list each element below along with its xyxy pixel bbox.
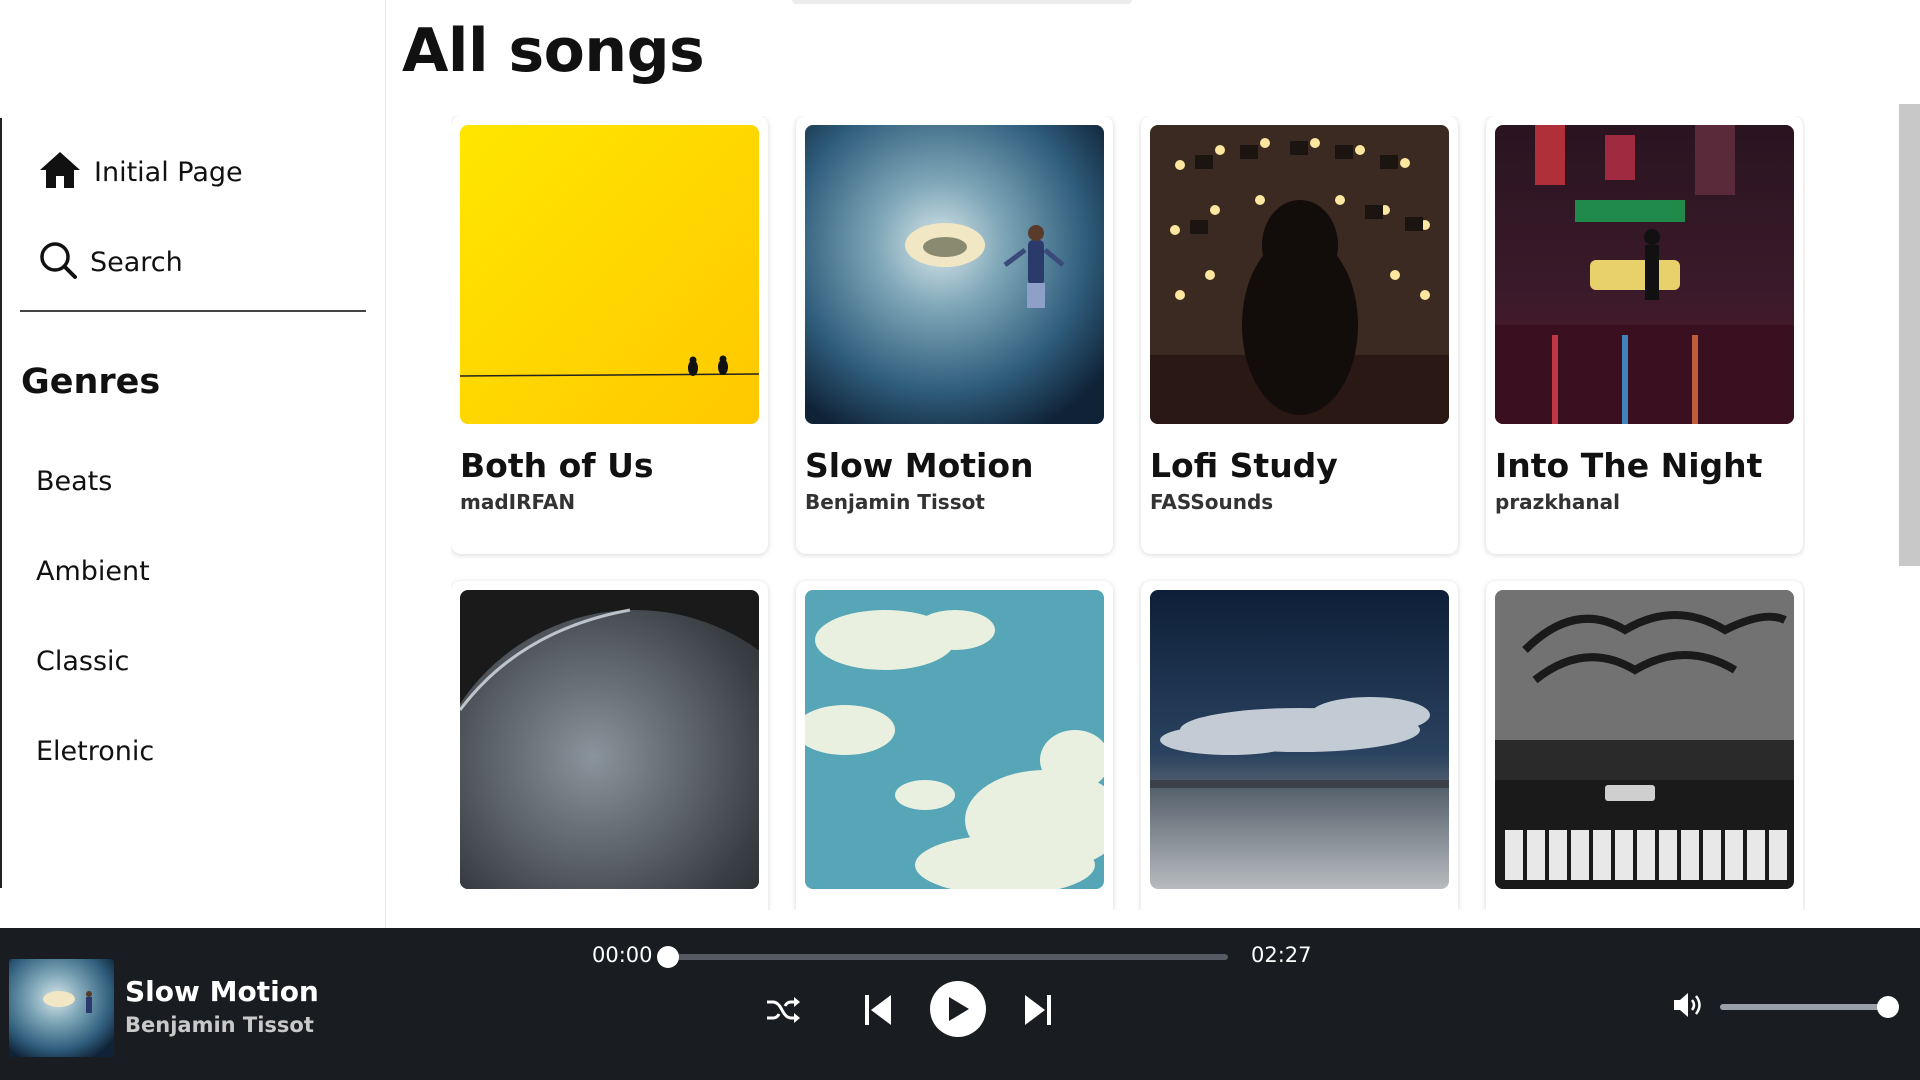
nav-search-label: Search <box>90 246 183 278</box>
nav-initial-page-label: Initial Page <box>94 156 243 188</box>
album-art <box>805 125 1104 424</box>
album-art <box>1150 125 1449 424</box>
song-card[interactable]: Both of Us madIRFAN <box>451 116 768 554</box>
volume-slider[interactable] <box>1720 996 1899 1018</box>
page-title: All songs <box>402 16 705 86</box>
song-card[interactable]: Into The Night prazkhanal <box>1486 116 1803 554</box>
genres-heading: Genres <box>21 362 161 402</box>
play-button[interactable] <box>930 981 986 1037</box>
top-search-pill <box>792 0 1132 4</box>
album-art <box>460 590 759 889</box>
volume-button[interactable] <box>1672 990 1706 1020</box>
previous-button[interactable] <box>860 990 896 1030</box>
seek-bar[interactable] <box>657 946 1228 968</box>
song-artist: prazkhanal <box>1495 490 1620 514</box>
play-icon <box>949 997 969 1021</box>
player-bar: Slow Motion Benjamin Tissot 00:00 02:27 <box>0 928 1920 1080</box>
song-grid: Both of Us madIRFAN Slow Motion Benjamin… <box>451 116 1805 910</box>
album-art <box>1495 590 1794 889</box>
next-button[interactable] <box>1020 990 1056 1030</box>
total-time: 02:27 <box>1251 943 1312 967</box>
search-icon <box>38 240 78 284</box>
now-playing-artist: Benjamin Tissot <box>125 1013 314 1037</box>
song-artist: madIRFAN <box>460 490 576 514</box>
nav-search[interactable]: Search <box>38 240 183 284</box>
current-time: 00:00 <box>592 943 653 967</box>
album-art <box>460 125 759 424</box>
shuffle-icon <box>767 997 800 1023</box>
song-title: Both of Us <box>460 446 654 485</box>
scrollbar-thumb[interactable] <box>1899 104 1920 566</box>
album-art <box>805 590 1104 889</box>
seek-bar-handle[interactable] <box>657 946 679 968</box>
genre-eletronic[interactable]: Eletronic <box>36 736 154 767</box>
volume-slider-handle[interactable] <box>1877 996 1899 1018</box>
genre-ambient[interactable]: Ambient <box>36 556 150 587</box>
sidebar: Initial Page Search Genres Beats Ambient… <box>0 0 386 928</box>
song-card[interactable] <box>451 581 768 910</box>
nav-initial-page[interactable]: Initial Page <box>38 150 243 194</box>
song-artist: FASSounds <box>1150 490 1274 514</box>
previous-icon <box>865 995 891 1025</box>
song-title: Into The Night <box>1495 446 1763 485</box>
volume-slider-fill <box>1720 1004 1888 1010</box>
volume-icon <box>1674 993 1701 1017</box>
home-icon <box>38 150 82 194</box>
sidebar-edge <box>0 118 2 888</box>
song-title: Lofi Study <box>1150 446 1338 485</box>
next-icon <box>1025 995 1051 1025</box>
sidebar-divider <box>20 310 366 312</box>
song-card[interactable]: Lofi Study FASSounds <box>1141 116 1458 554</box>
album-art <box>1150 590 1449 889</box>
shuffle-button[interactable] <box>763 990 803 1030</box>
genre-beats[interactable]: Beats <box>36 466 112 497</box>
song-card[interactable]: Slow Motion Benjamin Tissot <box>796 116 1113 554</box>
song-artist: Benjamin Tissot <box>805 490 985 514</box>
song-card[interactable] <box>1486 581 1803 910</box>
genre-classic[interactable]: Classic <box>36 646 129 677</box>
now-playing-title: Slow Motion <box>125 975 319 1008</box>
album-art <box>1495 125 1794 424</box>
song-card[interactable] <box>1141 581 1458 910</box>
now-playing-art <box>9 959 114 1057</box>
song-title: Slow Motion <box>805 446 1034 485</box>
song-card[interactable] <box>796 581 1113 910</box>
